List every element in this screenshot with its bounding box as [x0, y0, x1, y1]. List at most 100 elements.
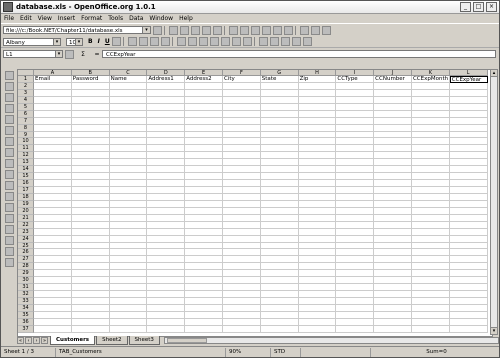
cell[interactable] [109, 235, 148, 243]
cell[interactable] [374, 138, 412, 146]
function-icon[interactable]: = [92, 51, 102, 58]
cell[interactable] [71, 96, 110, 104]
row-header[interactable]: 11 [18, 145, 34, 153]
sum-icon[interactable]: Σ [78, 51, 88, 58]
cell[interactable] [298, 89, 337, 97]
cell[interactable] [260, 166, 299, 174]
show-draw-functions-icon[interactable] [4, 104, 14, 113]
cell[interactable] [147, 256, 186, 264]
open-icon[interactable] [191, 25, 200, 35]
cell[interactable] [222, 117, 261, 125]
cell[interactable] [411, 200, 450, 208]
cell[interactable] [260, 270, 299, 278]
cell[interactable] [109, 228, 148, 236]
paste-icon[interactable] [262, 25, 271, 35]
cell[interactable] [222, 256, 261, 264]
cell[interactable] [411, 131, 450, 139]
cell[interactable] [147, 159, 186, 167]
cell[interactable] [34, 277, 72, 285]
cell[interactable] [449, 173, 488, 181]
cell[interactable] [185, 193, 223, 201]
cell[interactable] [71, 263, 110, 271]
chevron-down-icon[interactable]: ▾ [55, 51, 62, 57]
cell[interactable] [222, 145, 261, 153]
cell[interactable] [336, 284, 375, 292]
cell[interactable] [336, 207, 375, 215]
cell[interactable] [147, 304, 186, 312]
cell[interactable] [222, 318, 261, 326]
form-icon[interactable] [4, 115, 14, 124]
cell[interactable] [298, 152, 337, 160]
cell[interactable] [260, 138, 299, 146]
cell[interactable] [411, 145, 450, 153]
cell[interactable] [260, 200, 299, 208]
new-document-icon[interactable] [180, 25, 189, 35]
cell[interactable] [222, 311, 261, 319]
cell[interactable] [34, 207, 72, 215]
row-header[interactable]: 20 [18, 207, 34, 215]
cell[interactable]: Email [34, 76, 72, 83]
cell[interactable] [34, 214, 72, 222]
cell[interactable] [298, 103, 337, 111]
percent-icon[interactable] [187, 37, 197, 46]
cell[interactable]: State [260, 76, 299, 83]
cell[interactable] [449, 228, 488, 236]
row-header[interactable]: 29 [18, 270, 34, 278]
abc-icon[interactable] [4, 192, 14, 201]
cell[interactable] [71, 173, 110, 181]
row-header[interactable]: 13 [18, 159, 34, 167]
cell[interactable] [185, 110, 223, 118]
cell[interactable] [222, 242, 261, 250]
cell[interactable] [260, 214, 299, 222]
cell[interactable] [336, 270, 375, 278]
edit-file-icon[interactable] [169, 25, 178, 35]
cell[interactable] [34, 228, 72, 236]
cell[interactable] [449, 103, 488, 111]
cell[interactable] [260, 304, 299, 312]
cell[interactable] [374, 207, 412, 215]
cell[interactable] [411, 173, 450, 181]
row-header[interactable]: 16 [18, 180, 34, 187]
cell[interactable] [411, 152, 450, 160]
cell[interactable] [222, 291, 261, 298]
cell[interactable] [374, 318, 412, 326]
cell[interactable] [185, 325, 223, 333]
cell[interactable] [336, 291, 375, 298]
cell[interactable] [109, 256, 148, 264]
cell[interactable] [71, 270, 110, 278]
cell[interactable] [374, 214, 412, 222]
cell[interactable] [147, 138, 186, 146]
row-header[interactable]: 34 [18, 304, 34, 312]
cell[interactable] [374, 325, 412, 333]
background-color-icon[interactable] [269, 37, 279, 46]
cell[interactable] [449, 193, 488, 201]
cell[interactable] [374, 96, 412, 104]
edit-mode-icon[interactable] [4, 126, 14, 135]
cell[interactable] [71, 193, 110, 201]
cell[interactable] [109, 221, 148, 229]
cell[interactable] [260, 277, 299, 285]
cell[interactable] [298, 291, 337, 298]
cell[interactable] [222, 187, 261, 194]
cell[interactable] [34, 138, 72, 146]
cell[interactable] [449, 89, 488, 97]
cell[interactable] [185, 318, 223, 326]
cell[interactable] [336, 124, 375, 132]
bold-button[interactable]: B [88, 38, 93, 45]
cell[interactable]: Address1 [147, 76, 186, 83]
cell[interactable] [71, 304, 110, 312]
cell[interactable] [374, 249, 412, 257]
row-header[interactable]: 26 [18, 249, 34, 257]
cell[interactable] [374, 298, 412, 305]
cell[interactable] [109, 159, 148, 167]
cell[interactable] [71, 124, 110, 132]
cell[interactable] [449, 131, 488, 139]
cell[interactable] [411, 187, 450, 194]
cell[interactable] [222, 207, 261, 215]
cell[interactable] [185, 214, 223, 222]
cell[interactable] [374, 263, 412, 271]
cell[interactable] [147, 284, 186, 292]
cell[interactable] [411, 159, 450, 167]
cell[interactable] [185, 311, 223, 319]
menu-view[interactable]: View [38, 15, 52, 22]
